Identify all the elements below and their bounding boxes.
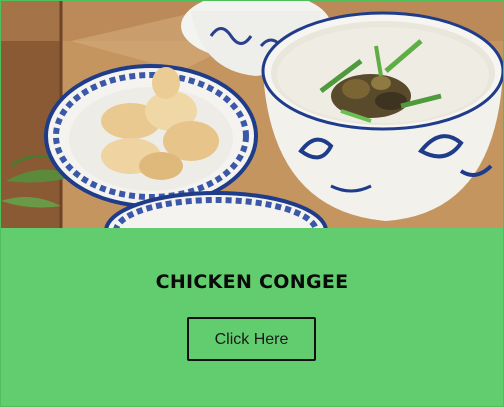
recipe-card: CHICKEN CONGEE Click Here <box>0 0 504 407</box>
click-here-button[interactable]: Click Here <box>187 317 316 361</box>
chicken-congee-photo[interactable] <box>1 1 503 228</box>
congee-illustration <box>1 1 503 228</box>
card-title: CHICKEN CONGEE <box>155 271 349 293</box>
